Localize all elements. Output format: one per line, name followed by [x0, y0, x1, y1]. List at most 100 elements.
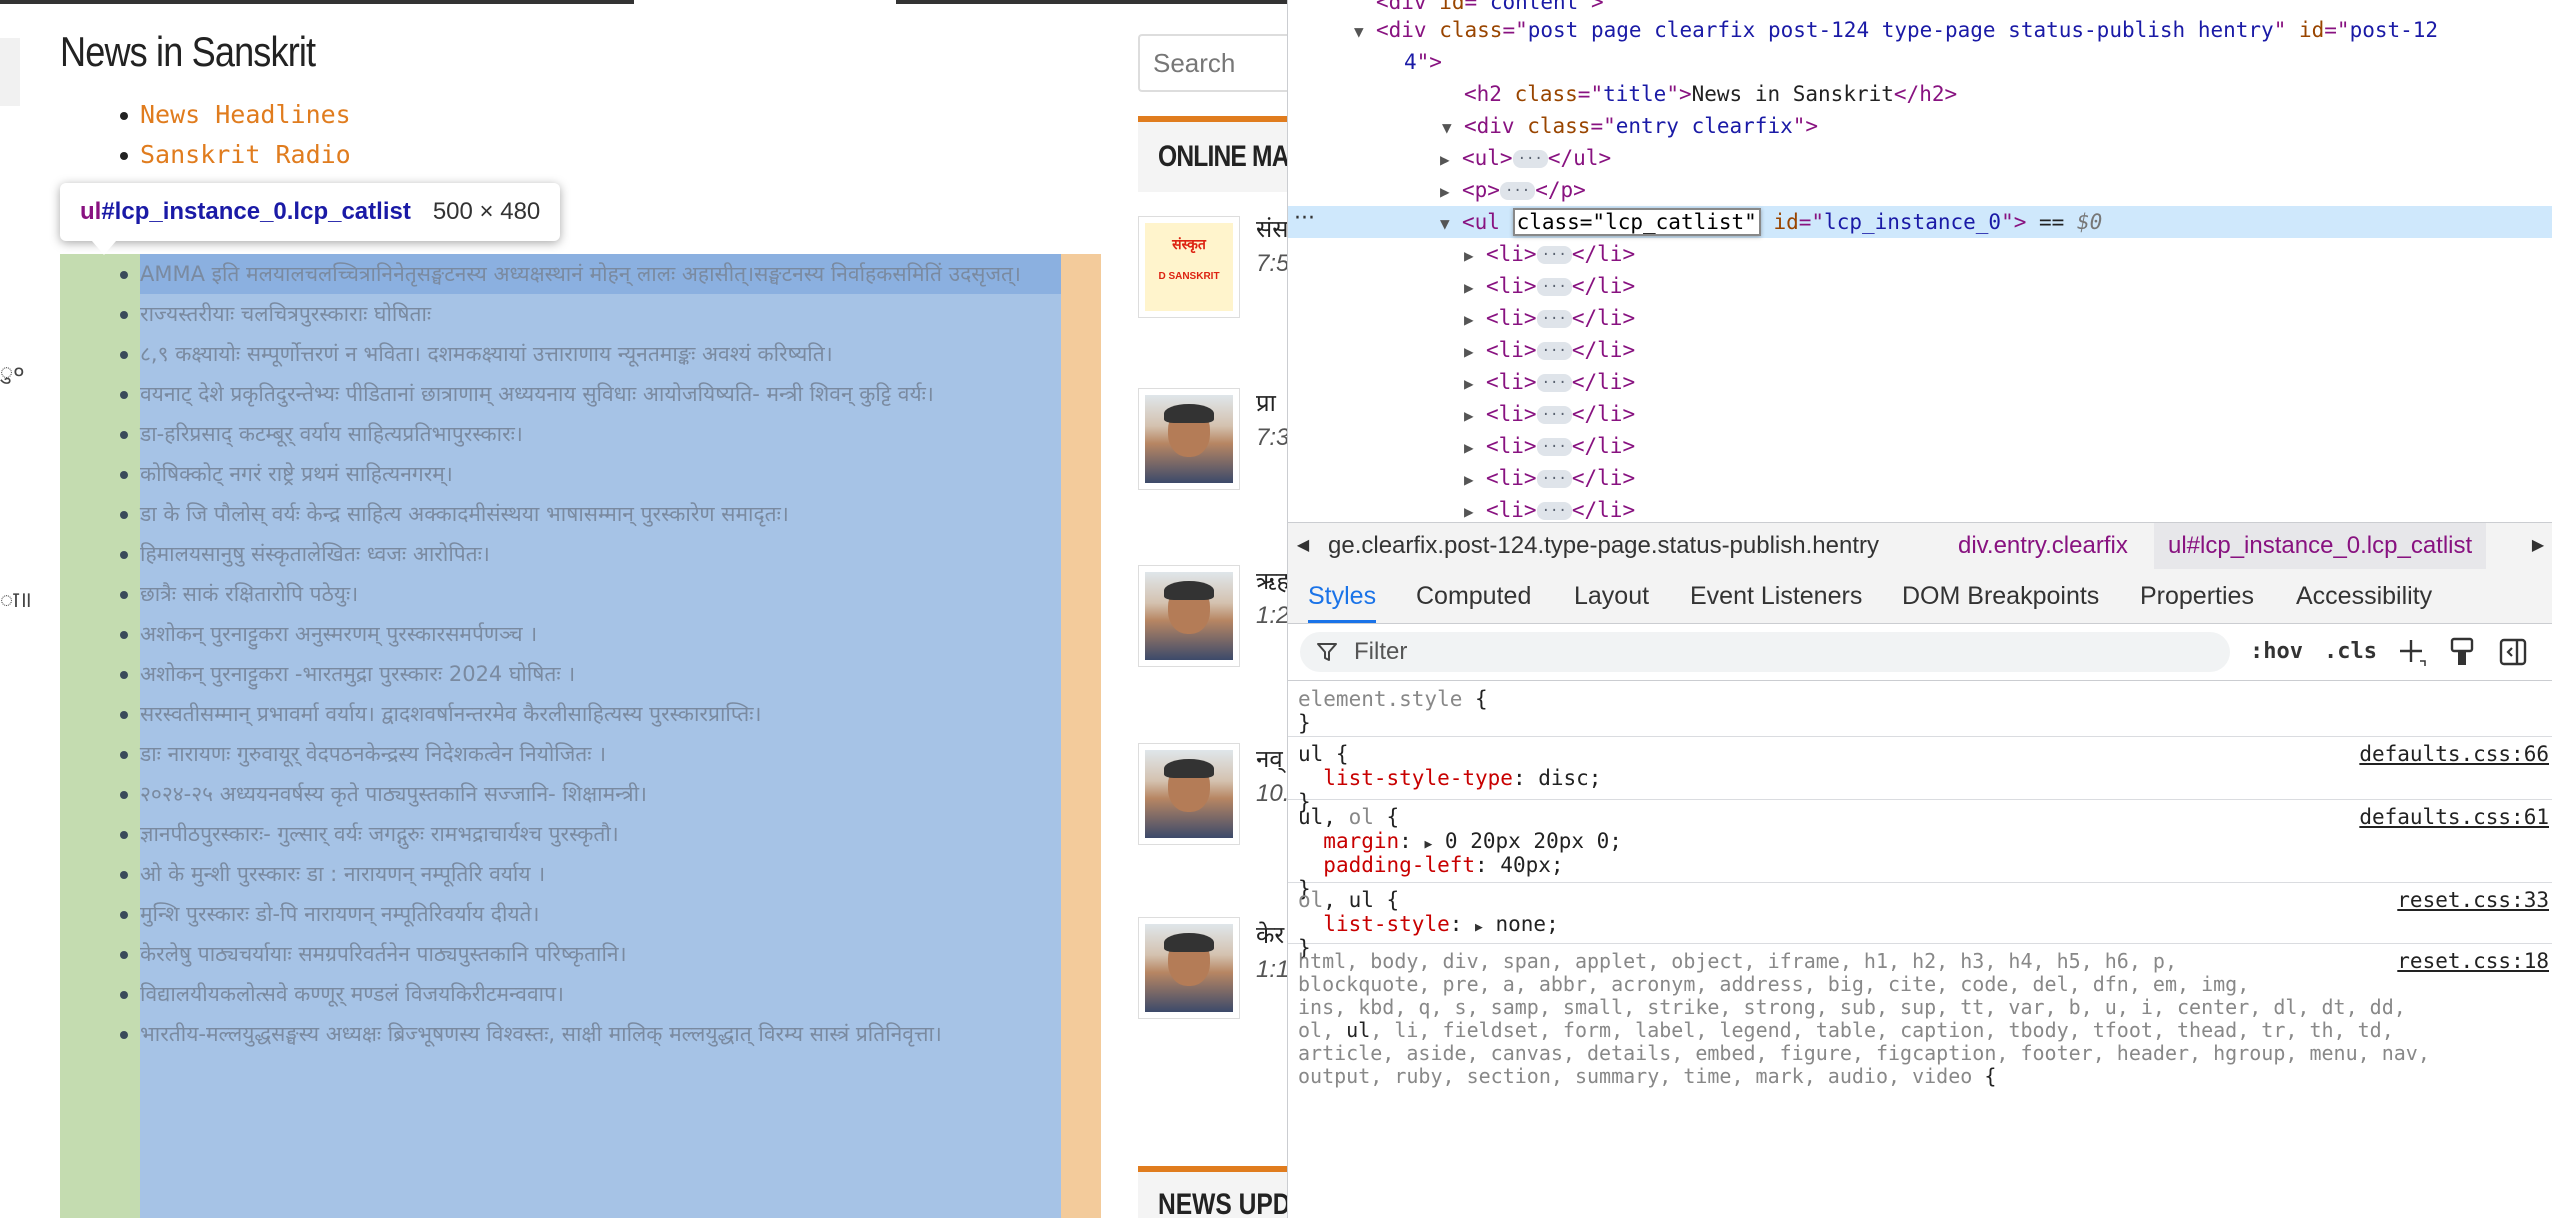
expand-right-icon[interactable]: ▶: [1440, 176, 1462, 208]
breadcrumb-item[interactable]: ge.clearfix.post-124.type-page.status-pu…: [1328, 523, 1879, 569]
thumbnail-image[interactable]: [1138, 388, 1240, 490]
tab-computed[interactable]: Computed: [1416, 569, 1531, 623]
dom-node[interactable]: ▶ <li> ··· </li>: [1464, 238, 1635, 270]
dom-token[interactable]: ···: [1499, 182, 1536, 200]
thumbnail-image[interactable]: [1138, 743, 1240, 845]
list-item[interactable]: सरस्वतीसम्मान् प्रभावर्मा वर्याय। द्वादश…: [120, 694, 1061, 734]
expand-down-icon[interactable]: ▼: [1354, 16, 1376, 48]
breadcrumb-left-arrow-icon[interactable]: ◀: [1288, 523, 1318, 569]
more-actions-icon[interactable]: ···: [1294, 206, 1315, 231]
list-item[interactable]: AMMA इति मलयालचलच्चित्रानिनेतृसङ्घटनस्य …: [120, 254, 1061, 294]
list-item[interactable]: राज्यस्तरीयाः चलचित्रपुरस्काराः घोषिताः: [120, 294, 1061, 334]
online-item-title[interactable]: केर: [1256, 918, 1284, 951]
list-item[interactable]: विद्यालयीयकलोत्सवे कण्णूर् मण्डलं विजयकि…: [120, 974, 1061, 1014]
dom-node[interactable]: ▶ <li> ··· </li>: [1464, 366, 1635, 398]
dom-node[interactable]: ▶ <li> ··· </li>: [1464, 462, 1635, 494]
dom-token[interactable]: ···: [1536, 310, 1572, 328]
thumbnail-image[interactable]: संस्कृत D SANSKRIT: [1138, 216, 1240, 318]
online-item-title[interactable]: नव्: [1256, 742, 1283, 775]
dom-node[interactable]: ▶ <li> ··· </li>: [1464, 494, 1635, 520]
tab-dom-breakpoints[interactable]: DOM Breakpoints: [1902, 569, 2099, 623]
css-property[interactable]: list-style-type: [1323, 766, 1513, 790]
dom-node[interactable]: 4">: [1382, 46, 1442, 78]
dom-token[interactable]: ···: [1536, 438, 1572, 456]
css-property[interactable]: margin: [1323, 829, 1399, 853]
breadcrumb-item-selected[interactable]: ul#lcp_instance_0.lcp_catlist: [2154, 523, 2487, 569]
dom-node[interactable]: ▶ <p> ··· </p>: [1440, 174, 1586, 206]
expand-right-icon[interactable]: ▶: [1464, 368, 1486, 400]
expand-right-icon[interactable]: ▶: [1464, 240, 1486, 272]
list-item[interactable]: हिमालयसानुषु संस्कृतालेखितः ध्वजः आरोपित…: [120, 534, 1061, 574]
breadcrumb-right-arrow-icon[interactable]: ▶: [2523, 523, 2552, 569]
cls-toggle[interactable]: .cls: [2324, 634, 2377, 670]
dom-node[interactable]: ▶ <li> ··· </li>: [1464, 270, 1635, 302]
online-item-title[interactable]: ऋह: [1256, 564, 1287, 597]
list-item[interactable]: केरलेषु पाठ्यचर्यायाः समग्रपरिवर्तनेन पा…: [120, 934, 1061, 974]
dom-node[interactable]: ▶ <li> ··· </li>: [1464, 302, 1635, 334]
online-item-title[interactable]: संस: [1256, 212, 1287, 245]
new-style-rule-icon[interactable]: [2398, 637, 2428, 667]
dom-node[interactable]: ▶ <li> ··· </li>: [1464, 334, 1635, 366]
tab-properties[interactable]: Properties: [2140, 569, 2254, 623]
list-item[interactable]: डाः नारायणः गुरुवायूर् वेदपठनकेन्द्रस्य …: [120, 734, 1061, 774]
dom-node[interactable]: <h2 class="title">News in Sanskrit</h2>: [1442, 78, 1957, 110]
tab-layout[interactable]: Layout: [1574, 569, 1649, 623]
list-item[interactable]: मुन्शि पुरस्कारः डो-पि नारायणन् नम्पूतिर…: [120, 894, 1061, 934]
filter-input[interactable]: [1300, 632, 2230, 672]
expand-right-icon[interactable]: ▶: [1464, 400, 1486, 432]
link-news-headlines[interactable]: News Headlines: [100, 95, 351, 135]
expand-right-icon[interactable]: ▶: [1475, 920, 1483, 935]
thumbnail-image[interactable]: [1138, 565, 1240, 667]
css-property[interactable]: padding-left: [1323, 853, 1475, 877]
dom-token[interactable]: ···: [1536, 342, 1572, 360]
dom-node[interactable]: ▶ <li> ··· </li>: [1464, 430, 1635, 462]
dom-token[interactable]: ···: [1536, 246, 1572, 264]
dom-node[interactable]: ▼ <div class="post page clearfix post-124…: [1354, 14, 2438, 46]
expand-right-icon[interactable]: ▶: [1464, 272, 1486, 304]
tab-event-listeners[interactable]: Event Listeners: [1690, 569, 1862, 623]
search-input[interactable]: Search: [1138, 34, 1287, 92]
breadcrumb-item[interactable]: div.entry.clearfix: [1958, 523, 2128, 569]
paint-brush-icon[interactable]: [2448, 637, 2476, 667]
list-item[interactable]: ८,९ कक्ष्यायोः सम्पूर्णोत्तरणं न भविता। …: [120, 334, 1061, 374]
hov-toggle[interactable]: :hov: [2250, 634, 2303, 670]
toggle-sidebar-icon[interactable]: [2498, 637, 2528, 667]
list-item[interactable]: ज्ञानपीठपुरस्कारः- गुल्सार् वर्यः जगद्गु…: [120, 814, 1061, 854]
tab-accessibility[interactable]: Accessibility: [2296, 569, 2432, 623]
dom-node[interactable]: ▶ <li> ··· </li>: [1464, 398, 1635, 430]
list-item[interactable]: वयनाट् देशे प्रकृतिदुरन्तेभ्यः पीडितानां…: [120, 374, 1061, 414]
list-item[interactable]: कोषिक्कोट् नगरं राष्ट्रे प्रथमं साहित्यन…: [120, 454, 1061, 494]
expand-right-icon[interactable]: ▶: [1464, 432, 1486, 464]
tab-styles[interactable]: Styles: [1308, 569, 1377, 623]
stylesheet-link[interactable]: defaults.css:66: [2359, 740, 2549, 768]
dom-node[interactable]: ▶ <ul> ··· </ul>: [1440, 142, 1611, 174]
expand-right-icon[interactable]: ▶: [1464, 304, 1486, 336]
dom-node[interactable]: ▼ <div class="entry clearfix">: [1442, 110, 1818, 142]
expand-right-icon[interactable]: ▶: [1464, 496, 1486, 520]
dom-token[interactable]: ···: [1536, 502, 1572, 520]
dom-node-selected[interactable]: ▼ <ul class="lcp_catlist" id="lcp_instanc…: [1288, 206, 2552, 238]
stylesheet-link[interactable]: defaults.css:61: [2359, 803, 2549, 831]
expand-right-icon[interactable]: ▶: [1440, 144, 1462, 176]
expand-right-icon[interactable]: ▶: [1464, 336, 1486, 368]
list-item[interactable]: डा के जि पौलोस् वर्यः केन्द्र साहित्य अक…: [120, 494, 1061, 534]
list-item[interactable]: अशोकन् पुरनाट्टुकरा -भारतमुद्रा पुरस्कार…: [120, 654, 1061, 694]
stylesheet-link[interactable]: reset.css:33: [2397, 886, 2549, 914]
list-item[interactable]: २०२४-२५ अध्ययनवर्षस्य कृते पाठ्यपुस्तकान…: [120, 774, 1061, 814]
list-item[interactable]: अशोकन् पुरनाट्टुकरा अनुस्मरणम् पुरस्कारस…: [120, 614, 1061, 654]
list-item[interactable]: डा-हरिप्रसाद् कटम्बूर् वर्याय साहित्यप्र…: [120, 414, 1061, 454]
expand-right-icon[interactable]: ▶: [1464, 464, 1486, 496]
dom-token[interactable]: ···: [1536, 470, 1572, 488]
dom-token[interactable]: ···: [1512, 150, 1548, 168]
elements-dom-tree[interactable]: <div id="content"> ▼ <div class="post page…: [1288, 0, 2552, 520]
css-property[interactable]: list-style: [1323, 912, 1449, 936]
online-item-title[interactable]: प्रा: [1256, 386, 1276, 419]
thumbnail-image[interactable]: [1138, 917, 1240, 1019]
expand-down-icon[interactable]: ▼: [1442, 112, 1464, 144]
list-item[interactable]: छात्रैः साकं रक्षितारोपि पठेयुः।: [120, 574, 1061, 614]
stylesheet-link[interactable]: reset.css:18: [2397, 947, 2549, 975]
dom-token[interactable]: ···: [1536, 278, 1572, 296]
list-item[interactable]: भारतीय-मल्लयुद्धसङ्घस्य अध्यक्षः ब्रिज्भ…: [120, 1014, 1061, 1054]
dom-token[interactable]: ···: [1536, 406, 1572, 424]
link-sanskrit-radio[interactable]: Sanskrit Radio: [100, 135, 351, 175]
